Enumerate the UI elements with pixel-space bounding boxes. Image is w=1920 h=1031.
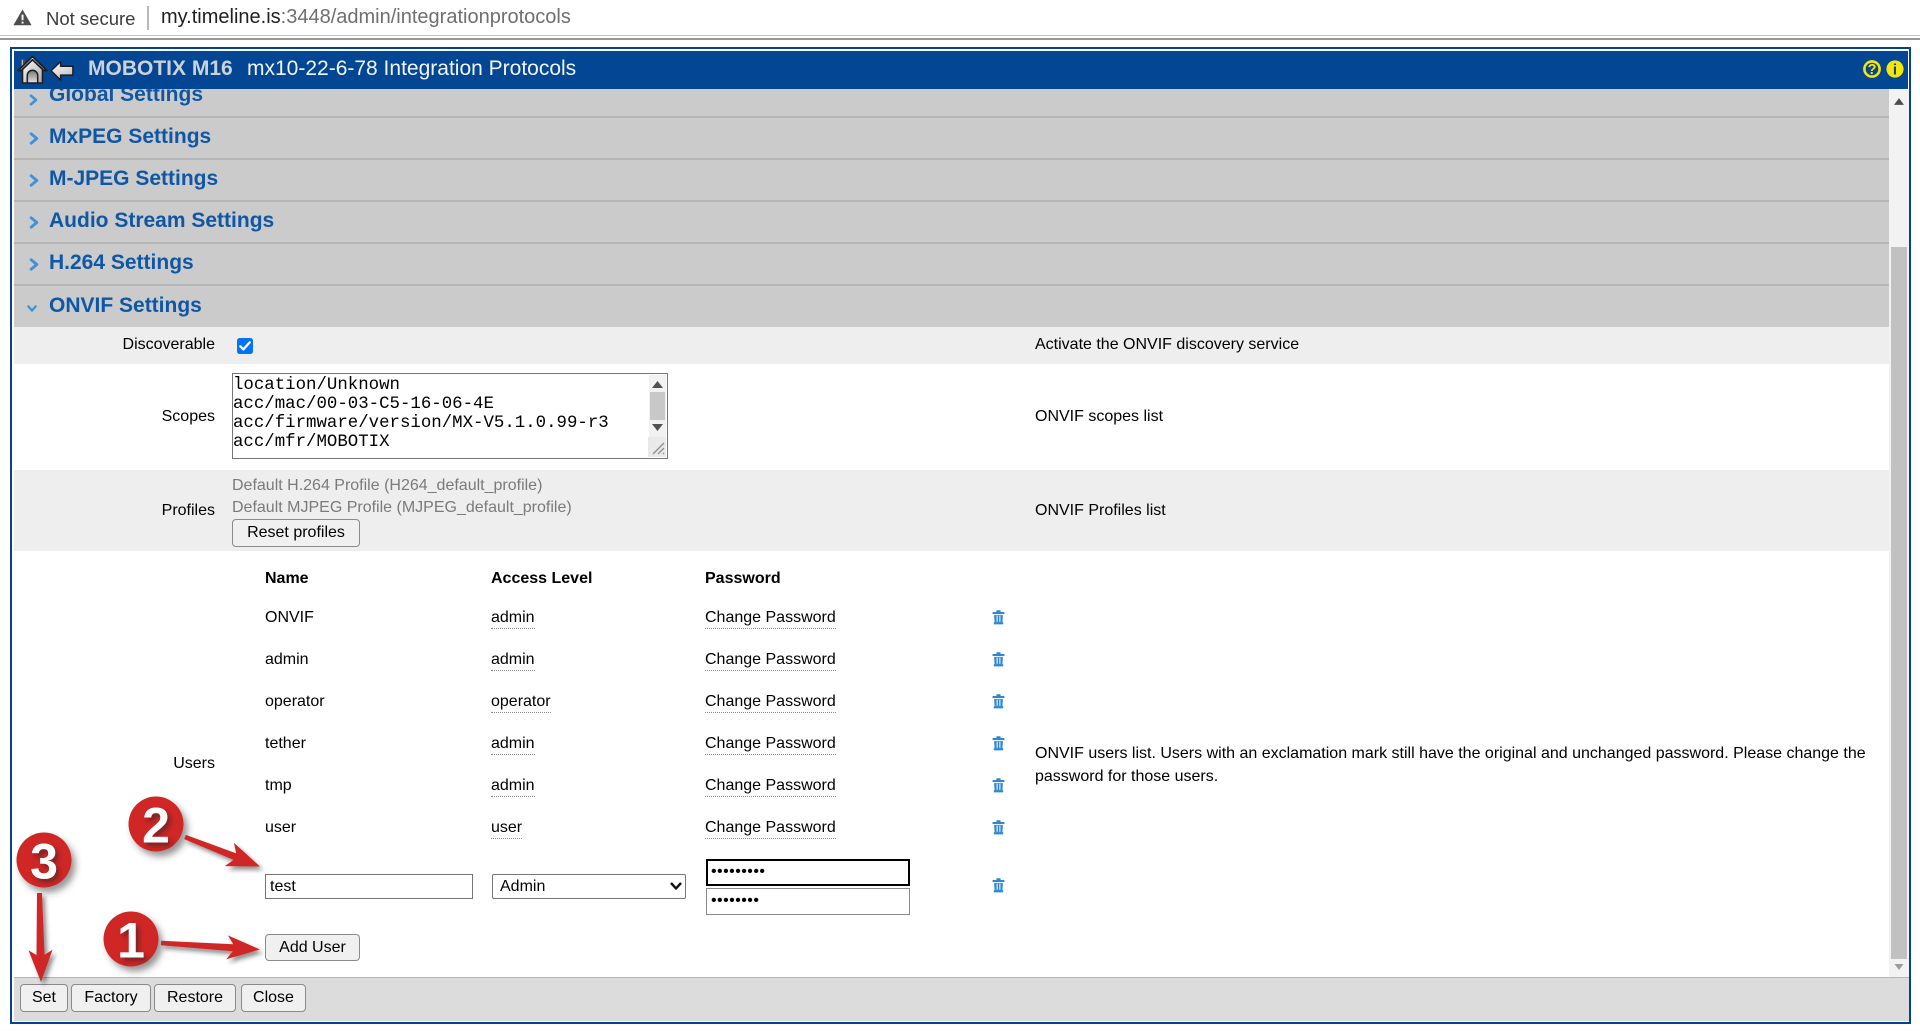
svg-text:?: ? (1868, 62, 1877, 78)
svg-text:2: 2 (142, 798, 170, 854)
svg-text:3: 3 (30, 834, 58, 890)
svg-text:1: 1 (117, 913, 145, 969)
svg-text:i: i (1893, 61, 1897, 78)
